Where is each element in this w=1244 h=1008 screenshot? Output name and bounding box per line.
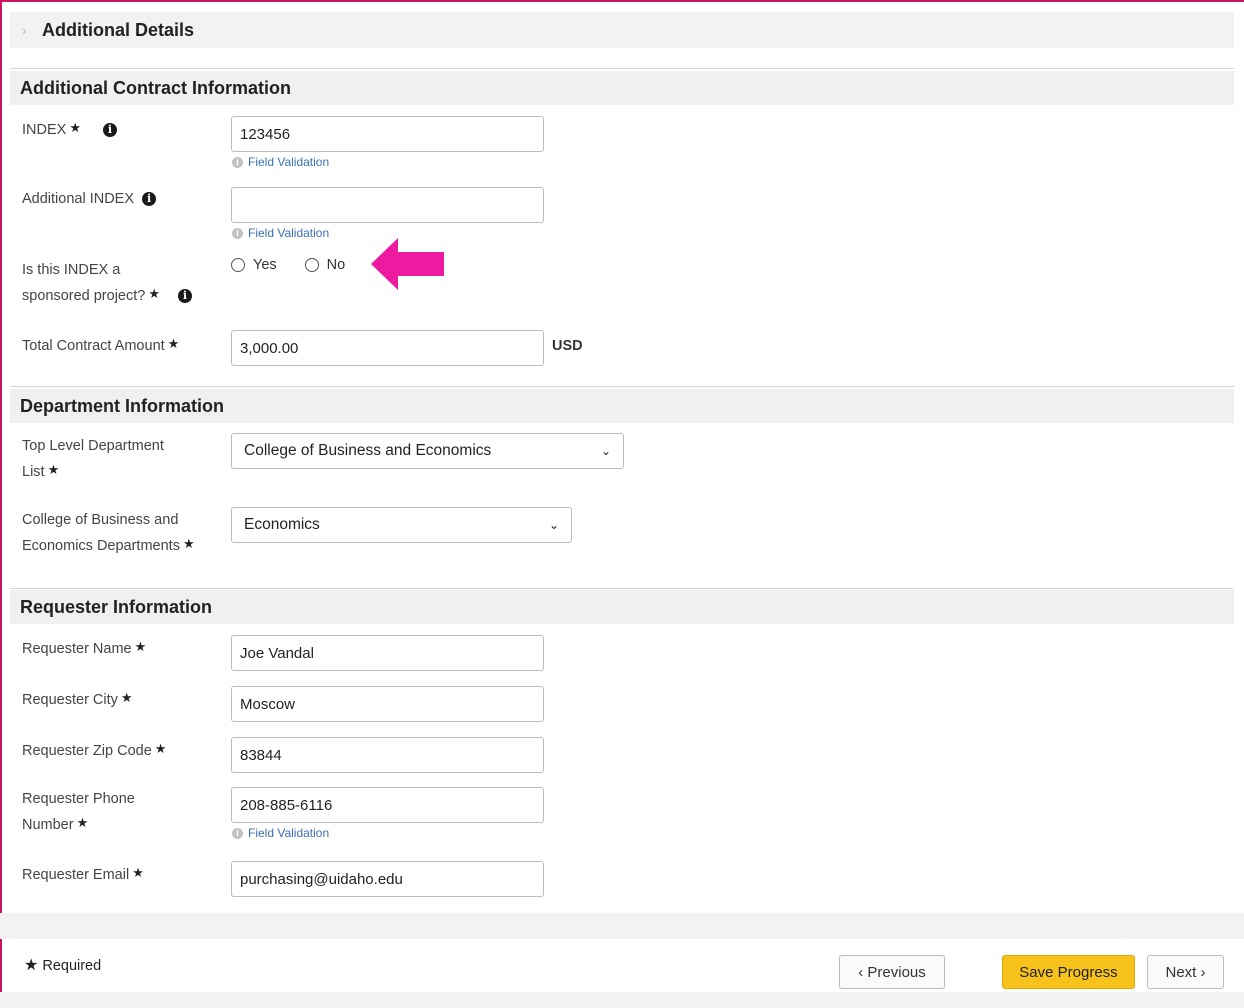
- additional-index-input[interactable]: [231, 187, 544, 223]
- total-amount-label: Total Contract Amount ★: [22, 336, 180, 354]
- college-dept-select[interactable]: Economics ⌄: [231, 507, 572, 543]
- requester-name-label: Requester Name ★: [22, 639, 147, 657]
- radio-button[interactable]: [304, 258, 319, 272]
- field-validation-link[interactable]: i Field Validation: [232, 826, 329, 840]
- divider: [10, 68, 1234, 69]
- info-icon[interactable]: i: [103, 123, 118, 137]
- total-amount-input[interactable]: 3,000.00: [231, 330, 544, 366]
- required-star-icon: ★: [148, 286, 160, 301]
- requester-city-input[interactable]: Moscow: [231, 686, 544, 722]
- info-icon[interactable]: i: [142, 192, 157, 206]
- pink-arrow-annotation-icon: [371, 238, 444, 290]
- divider: [10, 588, 1234, 589]
- footer-band: [0, 913, 1244, 939]
- required-star-icon: ★: [24, 957, 39, 974]
- info-small-icon: i: [232, 156, 243, 168]
- section-contract-heading: Additional Contract Information: [10, 71, 1234, 105]
- requester-zip-input[interactable]: 83844: [231, 737, 544, 773]
- required-star-icon: ★: [182, 536, 195, 551]
- chevron-down-icon: ⌄: [548, 518, 559, 532]
- chevron-right-icon: ›: [22, 22, 27, 38]
- save-progress-button[interactable]: Save Progress: [1002, 955, 1135, 989]
- currency-label: USD: [552, 338, 583, 354]
- radio-yes[interactable]: Yes: [231, 257, 277, 273]
- info-small-icon: i: [232, 227, 243, 239]
- requester-phone-input[interactable]: 208-885-6116: [231, 787, 544, 823]
- radio-no[interactable]: No: [304, 257, 345, 273]
- accordion-title: Additional Details: [42, 19, 195, 40]
- required-star-icon: ★: [154, 741, 167, 756]
- previous-button[interactable]: ‹ Previous: [839, 955, 945, 989]
- required-star-icon: ★: [134, 639, 147, 654]
- required-star-icon: ★: [69, 120, 81, 135]
- requester-city-label: Requester City ★: [22, 690, 133, 708]
- additional-details-accordion[interactable]: › Additional Details: [10, 12, 1234, 48]
- required-note: ★ Required: [24, 957, 102, 974]
- page-frame: [0, 0, 1244, 1008]
- sponsored-radio-group: Yes No: [231, 257, 373, 273]
- divider: [10, 386, 1234, 387]
- college-dept-label: College of Business and Economics Depart…: [22, 512, 195, 554]
- section-department-heading: Department Information: [10, 389, 1234, 423]
- required-star-icon: ★: [120, 690, 133, 705]
- sponsored-label: Is this INDEX a sponsored project? ★ i: [22, 258, 193, 308]
- field-validation-link[interactable]: i Field Validation: [232, 155, 329, 169]
- additional-index-label: Additional INDEX i: [22, 187, 157, 211]
- info-small-icon: i: [232, 827, 243, 839]
- chevron-down-icon: ⌄: [600, 444, 611, 458]
- top-dept-label: Top Level Department List ★: [22, 438, 164, 480]
- field-validation-link[interactable]: i Field Validation: [232, 226, 329, 240]
- radio-button[interactable]: [231, 258, 245, 272]
- top-dept-select[interactable]: College of Business and Economics ⌄: [231, 433, 624, 469]
- required-star-icon: ★: [132, 865, 144, 880]
- requester-email-label: Requester Email ★: [22, 865, 144, 883]
- info-icon[interactable]: i: [178, 289, 193, 303]
- index-label: INDEX ★ i: [22, 116, 118, 142]
- required-star-icon: ★: [47, 462, 60, 477]
- section-requester-heading: Requester Information: [10, 590, 1234, 624]
- requester-zip-label: Requester Zip Code ★: [22, 741, 167, 759]
- next-button[interactable]: Next ›: [1147, 955, 1224, 989]
- required-star-icon: ★: [76, 815, 89, 830]
- index-input[interactable]: 123456: [231, 116, 544, 152]
- required-star-icon: ★: [167, 336, 180, 351]
- requester-phone-label: Requester Phone Number ★: [22, 791, 135, 833]
- requester-name-input[interactable]: Joe Vandal: [231, 635, 544, 671]
- footer-bottom-band: [0, 992, 1244, 1008]
- requester-email-input[interactable]: purchasing@uidaho.edu: [231, 861, 544, 897]
